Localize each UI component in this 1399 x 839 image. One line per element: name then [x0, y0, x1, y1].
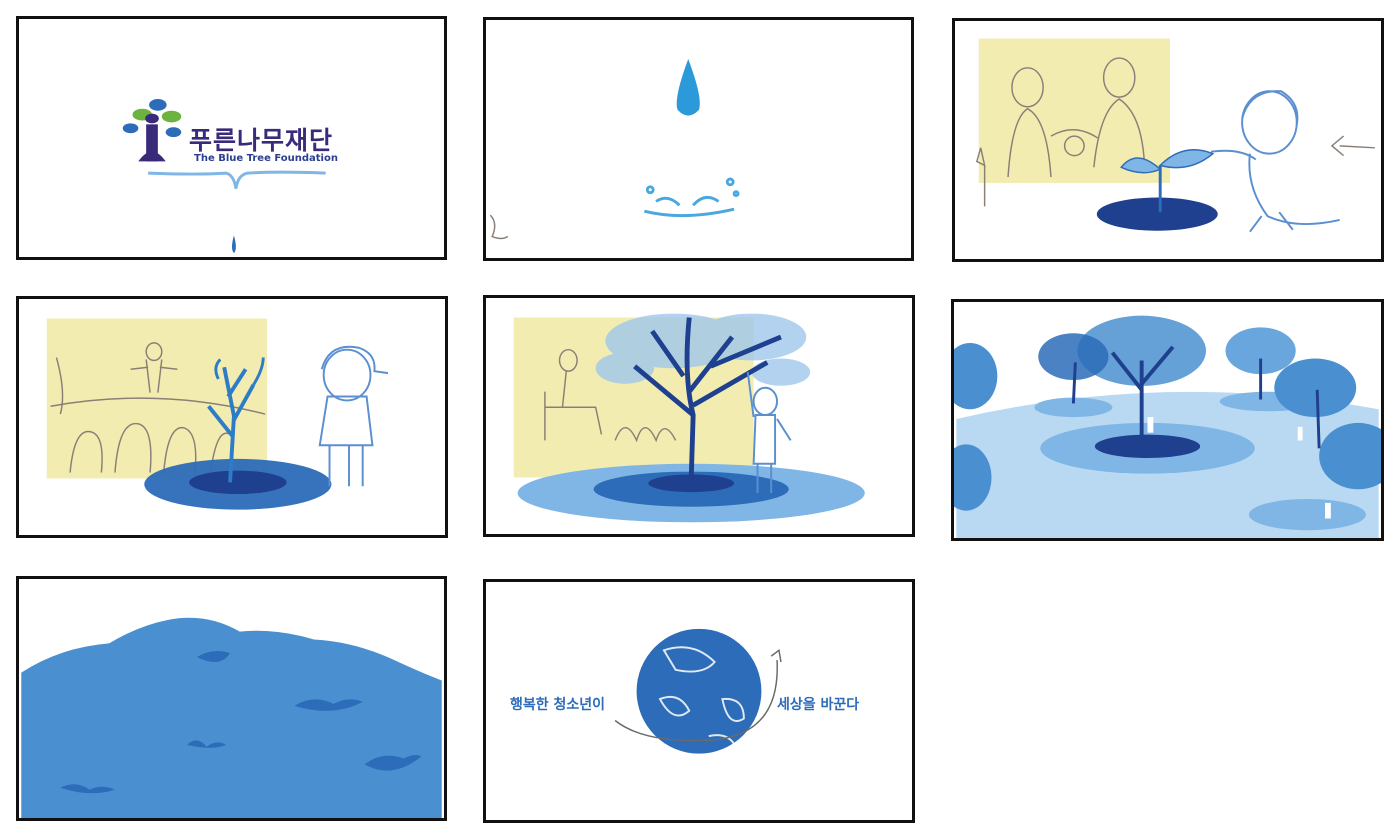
pencil-arrow-icon	[489, 214, 509, 240]
tree-logo-icon	[122, 98, 182, 162]
logo-english-name: The Blue Tree Foundation	[194, 153, 338, 164]
logo-korean-name: 푸른나무재단	[189, 126, 334, 155]
pencil-arrow-icon	[1330, 135, 1375, 157]
water-pool	[1096, 197, 1218, 231]
water-drop-icon	[676, 59, 700, 116]
storyboard-frame-4	[16, 296, 448, 538]
storyboard-frame-8: 행복한 청소년이 세상을 바꾼다	[483, 579, 915, 823]
storyboard-frame-1: 푸른나무재단 The Blue Tree Foundation	[16, 16, 447, 260]
droplet-icon	[231, 235, 236, 254]
water-line	[148, 170, 326, 189]
baby-sketch	[1210, 90, 1340, 233]
water-pool	[1094, 434, 1201, 459]
splash-illustration	[644, 177, 740, 218]
storyboard-frame-6	[951, 299, 1384, 541]
storyboard-frame-5	[483, 295, 915, 537]
child-with-cap-sketch	[318, 345, 389, 487]
storyboard-frame-3	[952, 18, 1384, 262]
globe-illustration	[636, 628, 762, 754]
slogan-right-text: 세상을 바꾼다	[777, 697, 860, 713]
slogan-left-text: 행복한 청소년이	[510, 697, 606, 713]
storyboard-frame-7	[16, 576, 447, 821]
storyboard-frame-2	[483, 17, 914, 261]
